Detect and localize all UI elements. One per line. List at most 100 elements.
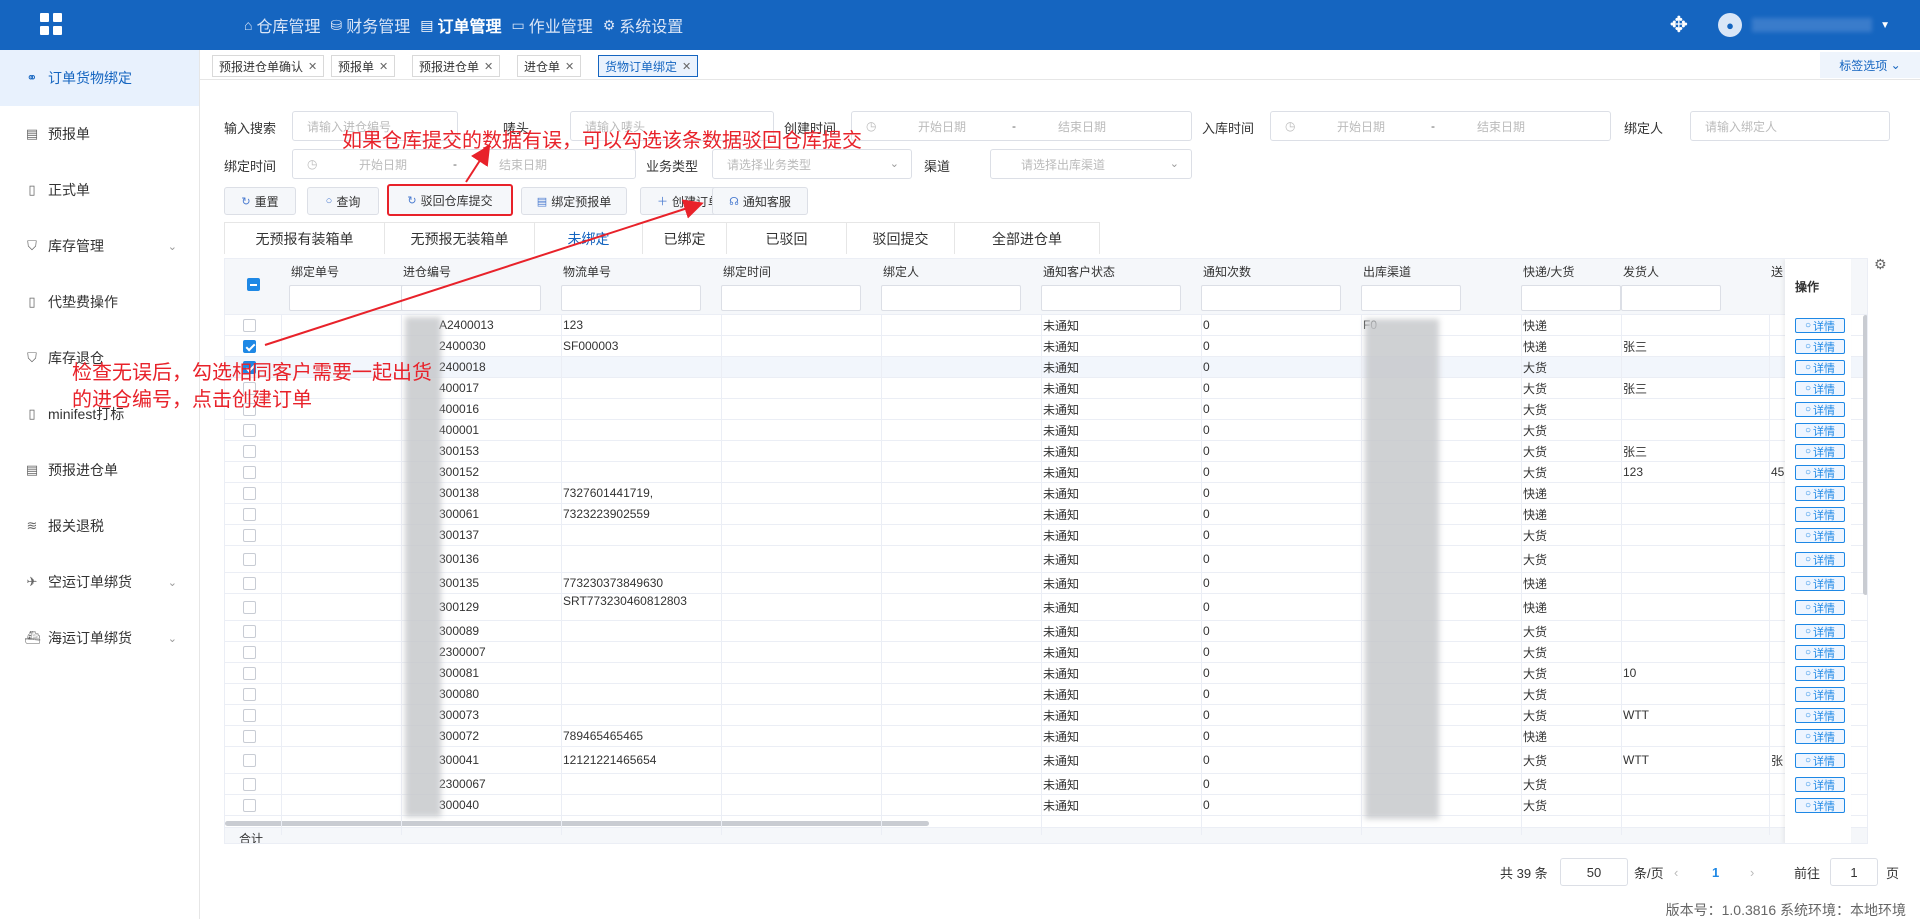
detail-button[interactable]: ○ 详情 xyxy=(1795,402,1845,417)
detail-button[interactable]: ○ 详情 xyxy=(1795,600,1845,615)
sidebar-item-0[interactable]: ⚭ 订单货物绑定 xyxy=(0,50,199,106)
column-filter-input[interactable] xyxy=(881,285,1021,311)
column-filter-input[interactable] xyxy=(401,285,541,311)
sidebar-item-8[interactable]: ≋ 报关退税 xyxy=(0,498,199,554)
close-icon[interactable]: ✕ xyxy=(682,60,691,73)
row-checkbox[interactable] xyxy=(243,601,256,614)
row-checkbox[interactable] xyxy=(243,445,256,458)
row-checkbox[interactable] xyxy=(243,340,256,353)
status-tab-4[interactable]: 已驳回 xyxy=(726,222,846,254)
detail-button[interactable]: ○ 详情 xyxy=(1795,465,1845,480)
row-checkbox[interactable] xyxy=(243,646,256,659)
horizontal-scrollbar[interactable] xyxy=(225,821,929,826)
detail-button[interactable]: ○ 详情 xyxy=(1795,528,1845,543)
close-icon[interactable]: ✕ xyxy=(484,60,493,73)
detail-button[interactable]: ○ 详情 xyxy=(1795,645,1845,660)
close-icon[interactable]: ✕ xyxy=(565,60,574,73)
page-size-input[interactable]: 50 xyxy=(1560,858,1628,886)
topnav-item-4[interactable]: ⚙ 系统设置 xyxy=(603,0,684,50)
detail-button[interactable]: ○ 详情 xyxy=(1795,318,1845,333)
row-checkbox[interactable] xyxy=(243,508,256,521)
channel-select[interactable]: 请选择出库渠道 ⌄ xyxy=(990,149,1192,179)
detail-button[interactable]: ○ 详情 xyxy=(1795,753,1845,768)
chevron-down-icon[interactable]: ▼ xyxy=(1880,20,1890,31)
created-time-range[interactable]: ◷ 开始日期 - 结束日期 xyxy=(851,111,1192,141)
avatar[interactable]: ● xyxy=(1718,13,1743,37)
tab-3[interactable]: 进仓单 ✕ xyxy=(517,55,582,77)
vertical-scrollbar[interactable] xyxy=(1863,315,1867,595)
detail-button[interactable]: ○ 详情 xyxy=(1795,423,1845,438)
prev-page-icon[interactable]: ‹ xyxy=(1674,858,1678,886)
apps-grid-icon[interactable] xyxy=(40,13,64,37)
notify-service-button[interactable]: ☊ 通知客服 xyxy=(712,187,808,215)
row-checkbox[interactable] xyxy=(243,529,256,542)
tab-1[interactable]: 预报单 ✕ xyxy=(331,55,396,77)
topnav-item-0[interactable]: ⌂ 仓库管理 xyxy=(244,0,320,50)
topnav-item-3[interactable]: ▭ 作业管理 xyxy=(511,0,592,50)
row-checkbox[interactable] xyxy=(243,577,256,590)
close-icon[interactable]: ✕ xyxy=(379,60,388,73)
row-checkbox[interactable] xyxy=(243,319,256,332)
column-filter-input[interactable] xyxy=(1041,285,1181,311)
page-number[interactable]: 1 xyxy=(1712,858,1719,886)
detail-button[interactable]: ○ 详情 xyxy=(1795,552,1845,567)
tab-4[interactable]: 货物订单绑定 ✕ xyxy=(598,55,699,77)
status-tab-0[interactable]: 无预报有装箱单 xyxy=(224,222,384,254)
row-checkbox[interactable] xyxy=(243,730,256,743)
row-checkbox[interactable] xyxy=(243,424,256,437)
sidebar-item-4[interactable]: ▯ 代垫费操作 xyxy=(0,274,199,330)
close-icon[interactable]: ✕ xyxy=(308,60,317,73)
goto-page-input[interactable]: 1 xyxy=(1830,858,1878,886)
status-tab-2[interactable]: 未绑定 xyxy=(534,222,642,254)
detail-button[interactable]: ○ 详情 xyxy=(1795,486,1845,501)
status-tab-5[interactable]: 驳回提交 xyxy=(846,222,954,254)
status-tab-6[interactable]: 全部进仓单 xyxy=(954,222,1100,254)
tab-0[interactable]: 预报进仓单确认 ✕ xyxy=(212,55,325,77)
detail-button[interactable]: ○ 详情 xyxy=(1795,729,1845,744)
sidebar-item-7[interactable]: ▤ 预报进仓单 xyxy=(0,442,199,498)
row-checkbox[interactable] xyxy=(243,553,256,566)
sidebar-item-2[interactable]: ▯ 正式单 xyxy=(0,162,199,218)
row-checkbox[interactable] xyxy=(243,709,256,722)
bind-forecast-button[interactable]: ▤ 绑定预报单 xyxy=(521,187,627,215)
row-checkbox[interactable] xyxy=(243,487,256,500)
tab-2[interactable]: 预报进仓单 ✕ xyxy=(412,55,501,77)
topnav-item-1[interactable]: ⛁ 财务管理 xyxy=(330,0,410,50)
topnav-item-2[interactable]: ▤ 订单管理 xyxy=(420,0,501,50)
sidebar-item-9[interactable]: ✈ 空运订单绑货 ⌄ xyxy=(0,554,199,610)
row-checkbox[interactable] xyxy=(243,667,256,680)
row-checkbox[interactable] xyxy=(243,625,256,638)
reject-warehouse-submit-button[interactable]: ↻ 驳回仓库提交 xyxy=(387,184,513,216)
column-filter-input[interactable] xyxy=(1521,285,1621,311)
sidebar-item-3[interactable]: ⛉ 库存管理 ⌄ xyxy=(0,218,199,274)
user-name-redacted[interactable] xyxy=(1752,18,1873,32)
detail-button[interactable]: ○ 详情 xyxy=(1795,381,1845,396)
column-filter-input[interactable] xyxy=(1201,285,1341,311)
select-all-checkbox[interactable] xyxy=(247,278,260,291)
status-tab-1[interactable]: 无预报无装箱单 xyxy=(384,222,534,254)
query-button[interactable]: ○ 查询 xyxy=(307,187,379,215)
row-checkbox[interactable] xyxy=(243,754,256,767)
binder-input[interactable]: 请输入绑定人 xyxy=(1690,111,1890,141)
detail-button[interactable]: ○ 详情 xyxy=(1795,444,1845,459)
detail-button[interactable]: ○ 详情 xyxy=(1795,339,1845,354)
detail-button[interactable]: ○ 详情 xyxy=(1795,666,1845,681)
column-filter-input[interactable] xyxy=(721,285,861,311)
tab-options-button[interactable]: 标签选项 ⌄ xyxy=(1820,52,1920,78)
row-checkbox[interactable] xyxy=(243,688,256,701)
sidebar-item-1[interactable]: ▤ 预报单 xyxy=(0,106,199,162)
column-filter-input[interactable] xyxy=(1621,285,1721,311)
detail-button[interactable]: ○ 详情 xyxy=(1795,708,1845,723)
detail-button[interactable]: ○ 详情 xyxy=(1795,360,1845,375)
detail-button[interactable]: ○ 详情 xyxy=(1795,687,1845,702)
row-checkbox[interactable] xyxy=(243,799,256,812)
next-page-icon[interactable]: › xyxy=(1750,858,1754,886)
status-tab-3[interactable]: 已绑定 xyxy=(642,222,726,254)
row-checkbox[interactable] xyxy=(243,466,256,479)
reset-button[interactable]: ↻ 重置 xyxy=(224,187,296,215)
detail-button[interactable]: ○ 详情 xyxy=(1795,798,1845,813)
inbound-time-range[interactable]: ◷ 开始日期 - 结束日期 xyxy=(1270,111,1611,141)
detail-button[interactable]: ○ 详情 xyxy=(1795,777,1845,792)
sidebar-item-10[interactable]: ⛴ 海运订单绑货 ⌄ xyxy=(0,610,199,666)
move-icon[interactable]: ✥ xyxy=(1670,12,1688,38)
